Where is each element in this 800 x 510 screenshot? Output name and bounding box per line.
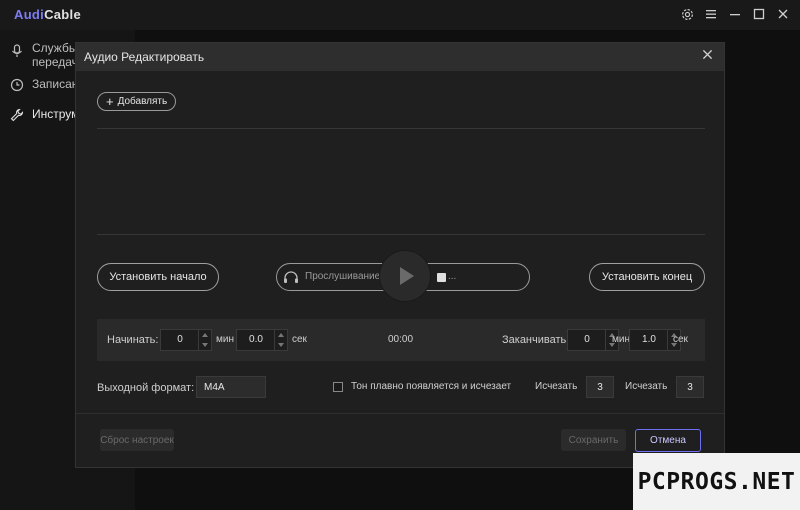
end-label: Заканчивать: [502,334,570,346]
listen-label: Прослушивание [305,271,381,282]
sidebar-item-label: Записан [32,77,79,91]
fade-out-label: Исчезать [625,381,668,392]
start-label: Начинать: [107,334,159,346]
app-logo: AudiCable [14,7,81,22]
add-button[interactable]: + Добавлять [97,92,177,111]
fade-checkbox[interactable] [333,382,343,392]
start-sec-stepper[interactable]: 0.0 [236,329,288,351]
fade-in-label: Исчезать [535,381,578,392]
min-unit: мин [612,334,630,345]
set-end-button[interactable]: Установить конец [589,263,705,291]
headphones-icon [284,271,298,283]
stepper-arrows[interactable] [198,330,211,350]
watermark-text: PCPROGS.NET [637,468,796,495]
play-button[interactable] [379,250,431,302]
divider [76,413,724,414]
min-unit: мин [216,334,234,345]
minimize-icon[interactable] [728,6,742,22]
output-format-label: Выходной формат: [97,382,195,394]
maximize-icon[interactable] [752,6,766,22]
reset-settings-button[interactable]: Сброс настроек [100,429,174,451]
current-time: 00:00 [388,334,414,345]
divider [97,234,705,235]
set-start-button[interactable]: Установить начало [97,263,219,291]
play-icon [400,267,414,285]
dialog-title: Аудио Редактировать [84,50,205,64]
fade-in-input[interactable]: 3 [586,376,614,398]
fade-out-input[interactable]: 3 [676,376,704,398]
add-button-label: Добавлять [117,96,168,107]
sidebar-item-label: Инструм [32,107,80,121]
watermark: PCPROGS.NET [633,453,800,510]
fade-checkbox-label: Тон плавно появляется и исчезает [351,381,512,392]
app-window: AudiCable Службы передач Записан Инструм… [0,0,800,510]
sidebar-item-label: Службы [32,41,78,55]
stepper-arrows[interactable] [274,330,287,350]
divider [97,128,705,129]
microphone-icon [12,44,22,57]
clock-icon [10,78,24,92]
sec-unit: сек [673,334,688,345]
sidebar-item-label-line2: передач [32,55,78,69]
dialog-close-icon[interactable] [700,49,714,63]
wrench-icon [10,108,24,122]
save-button[interactable]: Сохранить [561,429,626,451]
title-bar: AudiCable [0,0,800,30]
dialog-header: Аудио Редактировать [76,43,724,71]
output-format-select[interactable]: M4A [196,376,266,398]
window-controls [680,6,790,22]
start-min-stepper[interactable]: 0 [160,329,212,351]
menu-icon[interactable] [704,6,718,22]
stop-icon[interactable] [437,273,446,282]
audio-edit-dialog: Аудио Редактировать + Добавлять Установи… [75,42,725,468]
cancel-button[interactable]: Отмена [635,429,701,452]
time-range-panel: Начинать: 0 мин 0.0 сек 00:00 Заканчиват… [97,319,705,361]
sec-unit: сек [292,334,307,345]
close-icon[interactable] [776,6,790,22]
plus-icon: + [106,93,114,109]
gear-icon[interactable] [680,6,694,22]
player-trail: ... [448,271,457,282]
